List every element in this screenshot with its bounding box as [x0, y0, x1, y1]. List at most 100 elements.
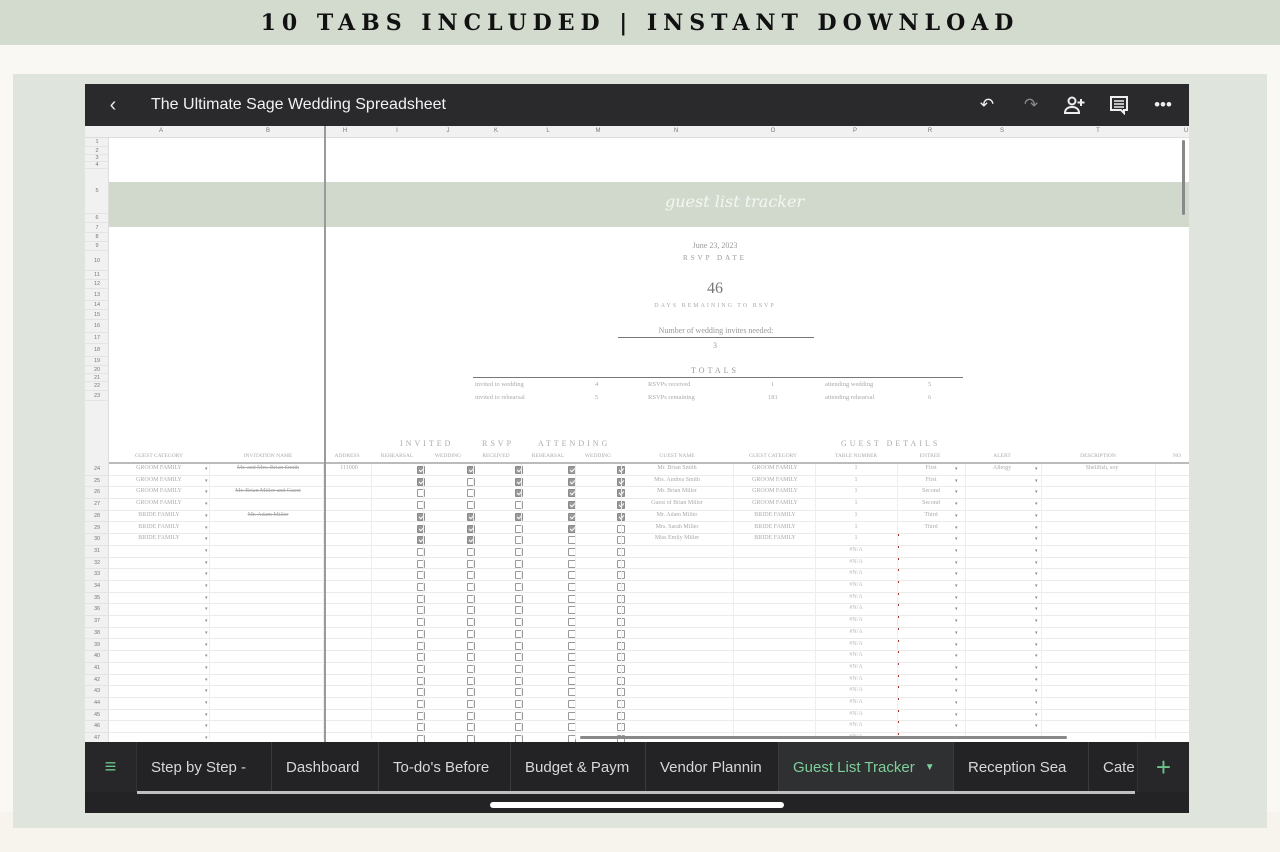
dropdown-arrow-icon[interactable]: ▾: [1035, 478, 1038, 484]
guest-category-cell[interactable]: BRIDE FAMILY: [109, 535, 209, 541]
dropdown-arrow-icon[interactable]: ▾: [205, 513, 208, 519]
table-number-cell[interactable]: 1: [815, 488, 897, 494]
tab-to-do-s-before[interactable]: To-do's Before: [379, 742, 511, 792]
row-number[interactable]: 46: [85, 721, 109, 734]
row-number[interactable]: 18: [85, 344, 109, 357]
row-number[interactable]: 32: [85, 558, 109, 570]
guest-category-cell[interactable]: BRIDE FAMILY: [109, 512, 209, 518]
dropdown-arrow-icon[interactable]: ▾: [955, 712, 958, 718]
dropdown-arrow-icon[interactable]: ▾: [205, 583, 208, 589]
guest-name-cell[interactable]: Mr. Brian Smith: [621, 465, 733, 471]
alert-cell[interactable]: Allergy: [965, 465, 1039, 471]
entree-cell[interactable]: Second: [899, 488, 963, 494]
table-number-cell[interactable]: #N/A: [815, 594, 897, 600]
dropdown-arrow-icon[interactable]: ▾: [955, 478, 958, 484]
dropdown-arrow-icon[interactable]: ▾: [1035, 688, 1038, 694]
table-number-cell[interactable]: #N/A: [815, 559, 897, 565]
row-number[interactable]: 7: [85, 223, 109, 233]
table-number-cell[interactable]: #N/A: [815, 722, 897, 728]
dropdown-arrow-icon[interactable]: ▾: [955, 548, 958, 554]
dropdown-arrow-icon[interactable]: ▾: [955, 630, 958, 636]
rsvp-date[interactable]: June 23, 2023: [645, 241, 785, 250]
row-number[interactable]: 43: [85, 686, 109, 698]
row-number[interactable]: 44: [85, 698, 109, 710]
dropdown-arrow-icon[interactable]: ▾: [1035, 501, 1038, 507]
guest-name-cell[interactable]: Mr. Adam Miller: [621, 512, 733, 518]
row-number[interactable]: 1: [85, 138, 109, 147]
row-number[interactable]: 22: [85, 382, 109, 391]
column-header[interactable]: O: [771, 128, 776, 134]
row-number[interactable]: 3: [85, 155, 109, 162]
tab-scroll-track[interactable]: [137, 791, 1135, 794]
dropdown-arrow-icon[interactable]: ▾: [1035, 595, 1038, 601]
row-number[interactable]: 11: [85, 271, 109, 280]
row-number[interactable]: 6: [85, 214, 109, 223]
row-number[interactable]: 39: [85, 640, 109, 652]
more-button[interactable]: •••: [1151, 93, 1175, 117]
table-number-cell[interactable]: #N/A: [815, 547, 897, 553]
row-number[interactable]: 4: [85, 162, 109, 169]
dropdown-arrow-icon[interactable]: ▾: [205, 677, 208, 683]
dropdown-arrow-icon[interactable]: ▾: [955, 583, 958, 589]
table-number-cell[interactable]: 1: [815, 524, 897, 530]
invitation-name-cell[interactable]: Mr. Adam Miller: [213, 512, 323, 518]
row-number[interactable]: 41: [85, 663, 109, 675]
guest-category-cell[interactable]: GROOM FAMILY: [735, 477, 815, 483]
horizontal-scrollbar[interactable]: [580, 736, 1067, 739]
guest-name-cell[interactable]: Mr. Brian Miller: [621, 488, 733, 494]
tab-cate[interactable]: Cate: [1089, 742, 1141, 792]
tab-vendor-plannin[interactable]: Vendor Plannin: [646, 742, 779, 792]
column-header[interactable]: U: [1184, 128, 1188, 134]
dropdown-arrow-icon[interactable]: ▾: [1035, 712, 1038, 718]
row-number[interactable]: 12: [85, 280, 109, 289]
row-number[interactable]: 15: [85, 310, 109, 320]
column-header[interactable]: R: [928, 128, 932, 134]
row-number[interactable]: 36: [85, 604, 109, 617]
guest-category-cell[interactable]: BRIDE FAMILY: [735, 524, 815, 530]
home-indicator[interactable]: [490, 802, 784, 808]
dropdown-arrow-icon[interactable]: ▾: [205, 536, 208, 542]
entree-cell[interactable]: First: [899, 465, 963, 471]
row-number[interactable]: 42: [85, 675, 109, 687]
dropdown-arrow-icon[interactable]: ▾: [1035, 525, 1038, 531]
row-number[interactable]: 5: [85, 169, 109, 214]
table-number-cell[interactable]: #N/A: [815, 629, 897, 635]
table-number-cell[interactable]: 1: [815, 512, 897, 518]
tab-dashboard[interactable]: Dashboard: [272, 742, 379, 792]
row-number[interactable]: 9: [85, 242, 109, 251]
redo-button[interactable]: ↷: [1019, 93, 1043, 117]
table-number-cell[interactable]: #N/A: [815, 711, 897, 717]
guest-name-cell[interactable]: Miss Emily Miller: [621, 535, 733, 541]
dropdown-arrow-icon[interactable]: ▾: [1035, 466, 1038, 472]
dropdown-arrow-icon[interactable]: ▾: [1035, 548, 1038, 554]
guest-category-cell[interactable]: BRIDE FAMILY: [109, 524, 209, 530]
guest-category-cell[interactable]: GROOM FAMILY: [109, 488, 209, 494]
row-number[interactable]: 13: [85, 289, 109, 301]
table-number-cell[interactable]: #N/A: [815, 641, 897, 647]
dropdown-arrow-icon[interactable]: ▾: [955, 571, 958, 577]
invitation-name-cell[interactable]: Mr. and Mrs. Brian Smith: [213, 465, 323, 471]
table-number-cell[interactable]: #N/A: [815, 676, 897, 682]
guest-category-cell[interactable]: GROOM FAMILY: [109, 500, 209, 506]
row-number[interactable]: 19: [85, 357, 109, 366]
entree-cell[interactable]: Third: [899, 512, 963, 518]
column-header[interactable]: P: [853, 128, 857, 134]
table-number-cell[interactable]: 1: [815, 477, 897, 483]
dropdown-arrow-icon[interactable]: ▾: [955, 653, 958, 659]
dropdown-arrow-icon[interactable]: ▾: [1035, 653, 1038, 659]
column-header[interactable]: A: [159, 128, 163, 134]
row-number[interactable]: 28: [85, 511, 109, 523]
dropdown-arrow-icon[interactable]: ▾: [1035, 536, 1038, 542]
guest-category-cell[interactable]: GROOM FAMILY: [735, 488, 815, 494]
tab-menu-caret-icon[interactable]: ▼: [925, 762, 935, 773]
dropdown-arrow-icon[interactable]: ▾: [205, 723, 208, 729]
row-number[interactable]: 29: [85, 523, 109, 535]
row-number[interactable]: 16: [85, 320, 109, 333]
comments-button[interactable]: [1107, 93, 1131, 117]
row-number[interactable]: 23: [85, 391, 109, 401]
dropdown-arrow-icon[interactable]: ▾: [955, 560, 958, 566]
row-number[interactable]: 10: [85, 251, 109, 271]
column-header[interactable]: J: [447, 128, 450, 134]
tab-reception-sea[interactable]: Reception Sea: [954, 742, 1089, 792]
column-header[interactable]: K: [494, 128, 498, 134]
